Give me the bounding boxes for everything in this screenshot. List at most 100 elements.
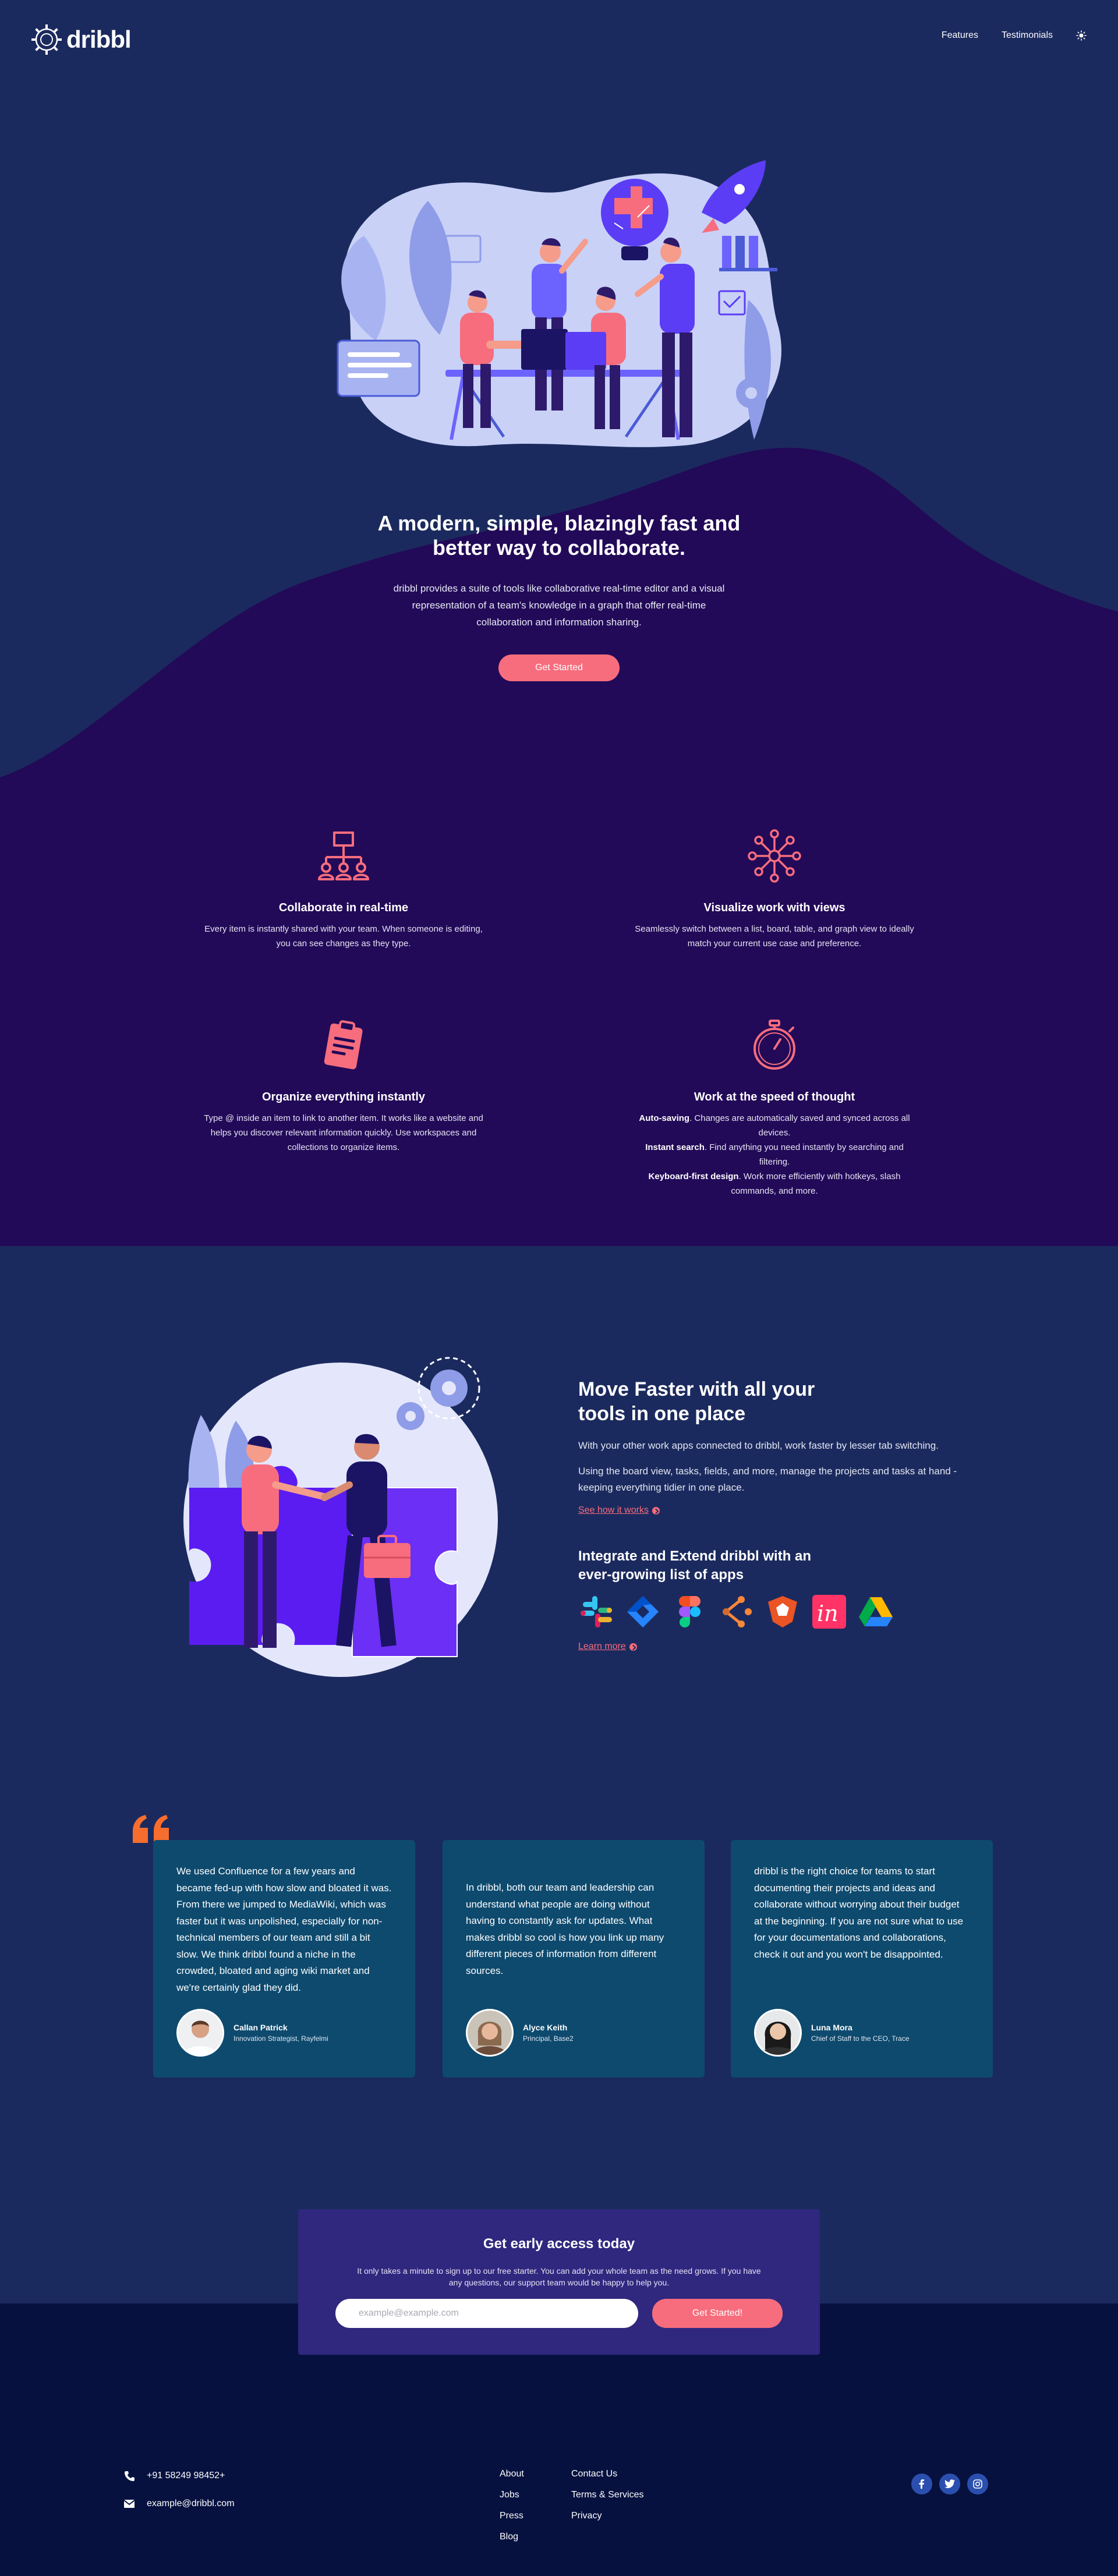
testimonial-card: In dribbl, both our team and leadership … — [443, 1840, 705, 2078]
nav-link-features[interactable]: Features — [942, 30, 978, 41]
phone-icon — [125, 2471, 135, 2481]
testimonial-author: Callan Patrick Innovation Strategist, Ra… — [176, 2009, 328, 2057]
author-name: Callan Patrick — [233, 2023, 288, 2032]
footer-link-contact[interactable]: Contact Us — [571, 2469, 643, 2483]
testimonial-card: We used Confluence for a few years and b… — [153, 1840, 415, 2078]
arrow-circle-icon — [629, 1643, 637, 1651]
google-drive-icon[interactable] — [858, 1594, 894, 1630]
footer-link-press[interactable]: Press — [500, 2511, 524, 2525]
app-icons: in — [578, 1594, 986, 1630]
testimonial-text: In dribbl, both our team and leadership … — [466, 1882, 664, 1976]
puzzle-handshake-illustration — [183, 1357, 498, 1677]
social-links — [911, 2474, 988, 2494]
svg-text:in: in — [817, 1601, 838, 1626]
author-name: Luna Mora — [811, 2023, 852, 2032]
avatar — [176, 2009, 224, 2057]
avatar — [466, 2009, 514, 2057]
integrations-section: Move Faster with all your tools in one p… — [0, 1246, 1118, 1747]
footer-phone: +91 58249 98452+ — [123, 2469, 235, 2483]
feature-line-text: . Changes are automatically saved and sy… — [689, 1113, 910, 1138]
sun-icon[interactable] — [1076, 30, 1087, 41]
footer-links-col-1: About Jobs Press Blog — [500, 2469, 524, 2553]
feature-line-bold: Instant search — [645, 1142, 705, 1152]
feature-title: Organize everything instantly — [261, 1091, 426, 1103]
phone-number[interactable]: +91 58249 98452+ — [147, 2471, 225, 2481]
testimonial-text: dribbl is the right choice for teams to … — [754, 1866, 964, 1960]
testimonial-author: Luna Mora Chief of Staff to the CEO, Tra… — [754, 2009, 910, 2057]
integrations-title: Move Faster with all your tools in one p… — [578, 1378, 815, 1425]
footer-link-jobs[interactable]: Jobs — [500, 2490, 524, 2504]
feature-line-text: . Find anything you need instantly by se… — [704, 1142, 904, 1167]
early-access-card: Get early access today It only takes a m… — [298, 2209, 820, 2355]
instagram-icon[interactable] — [967, 2474, 988, 2494]
early-access-text: It only takes a minute to sign up to our… — [357, 2266, 761, 2287]
footer-link-about[interactable]: About — [500, 2469, 524, 2483]
author-role: Innovation Strategist, Rayfelmi — [233, 2034, 328, 2043]
feature-title: Work at the speed of thought — [694, 1091, 855, 1103]
footer-email: example@dribbl.com — [123, 2497, 235, 2511]
get-started-button[interactable]: Get Started — [498, 654, 620, 681]
stopwatch-icon — [753, 1020, 795, 1070]
top-navigation: dribbl Features Testimonials — [0, 0, 1118, 76]
jira-icon[interactable] — [625, 1594, 661, 1630]
network-graph-icon — [748, 829, 801, 883]
nav-links: Features Testimonials — [942, 30, 1087, 41]
integrations-subtitle: Integrate and Extend dribbl with an ever… — [578, 1548, 812, 1583]
hero-title: A modern, simple, blazingly fast and bet… — [377, 511, 741, 560]
mail-icon — [123, 2500, 135, 2508]
testimonial-card: dribbl is the right choice for teams to … — [731, 1840, 993, 2078]
clickup-icon[interactable] — [718, 1594, 754, 1630]
logo[interactable]: dribbl — [30, 23, 132, 56]
feature-title: Visualize work with views — [703, 901, 845, 914]
feature-line-text: . Work more efficiently with hotkeys, sl… — [731, 1172, 901, 1196]
integrations-paragraph: Using the board view, tasks, fields, and… — [578, 1466, 957, 1493]
learn-more-link[interactable]: Learn more — [578, 1641, 637, 1652]
figma-icon[interactable] — [671, 1594, 707, 1630]
feature-title: Collaborate in real-time — [278, 901, 409, 914]
footer-link-terms[interactable]: Terms & Services — [571, 2490, 643, 2504]
logo-gear-icon — [31, 24, 62, 55]
see-how-it-works-link[interactable]: See how it works — [578, 1505, 660, 1516]
nav-link-testimonials[interactable]: Testimonials — [1002, 30, 1053, 41]
feature-collaborate: Collaborate in real-time Every item is i… — [181, 827, 507, 951]
slack-icon[interactable] — [578, 1594, 614, 1630]
early-access-title: Get early access today — [483, 2236, 635, 2252]
footer-link-blog[interactable]: Blog — [500, 2532, 524, 2546]
testimonial-author: Alyce Keith Principal, Base2 — [466, 2009, 574, 2057]
integrations-content: Move Faster with all your tools in one p… — [578, 1377, 986, 1652]
hero-section: dribbl Features Testimonials A modern, s… — [0, 0, 1118, 780]
invision-icon[interactable]: in — [811, 1594, 847, 1630]
clipboard-icon — [324, 1020, 363, 1070]
author-role: Principal, Base2 — [523, 2034, 574, 2043]
email-address[interactable]: example@dribbl.com — [147, 2499, 235, 2509]
logo-text: dribbl — [66, 26, 132, 53]
features-section: Collaborate in real-time Every item is i… — [0, 780, 1118, 1246]
landing-page: dribbl Features Testimonials A modern, s… — [0, 0, 1118, 2576]
email-input[interactable] — [335, 2299, 638, 2328]
twitter-icon[interactable] — [939, 2474, 960, 2494]
link-label: Learn more — [578, 1641, 626, 1651]
feature-text: Auto-saving. Changes are automatically s… — [611, 1111, 937, 1198]
footer-contact: +91 58249 98452+ example@dribbl.com — [123, 2469, 235, 2525]
author-role: Chief of Staff to the CEO, Trace — [811, 2034, 910, 2043]
facebook-icon[interactable] — [911, 2474, 932, 2494]
early-access-submit-button[interactable]: Get Started! — [652, 2299, 783, 2328]
org-chart-icon — [318, 831, 369, 880]
feature-visualize: Visualize work with views Seamlessly swi… — [611, 827, 937, 951]
feature-text: Every item is instantly shared with your… — [204, 924, 483, 949]
author-name: Alyce Keith — [523, 2023, 568, 2032]
team-collaboration-illustration — [337, 160, 781, 447]
feature-speed: Work at the speed of thought Auto-saving… — [611, 1016, 937, 1198]
feature-line-bold: Auto-saving — [639, 1113, 690, 1123]
auth0-icon[interactable] — [765, 1594, 801, 1630]
footer-link-privacy[interactable]: Privacy — [571, 2511, 643, 2525]
feature-text: Seamlessly switch between a list, board,… — [635, 924, 914, 949]
link-label: See how it works — [578, 1505, 649, 1515]
feature-text: Type @ inside an item to link to another… — [204, 1113, 483, 1152]
integrations-paragraph: With your other work apps connected to d… — [578, 1440, 939, 1451]
footer-links-col-2: Contact Us Terms & Services Privacy — [571, 2469, 643, 2532]
feature-line-bold: Keyboard-first design — [648, 1172, 739, 1181]
arrow-circle-icon — [652, 1506, 660, 1515]
testimonial-text: We used Confluence for a few years and b… — [176, 1866, 392, 1993]
avatar — [754, 2009, 802, 2057]
